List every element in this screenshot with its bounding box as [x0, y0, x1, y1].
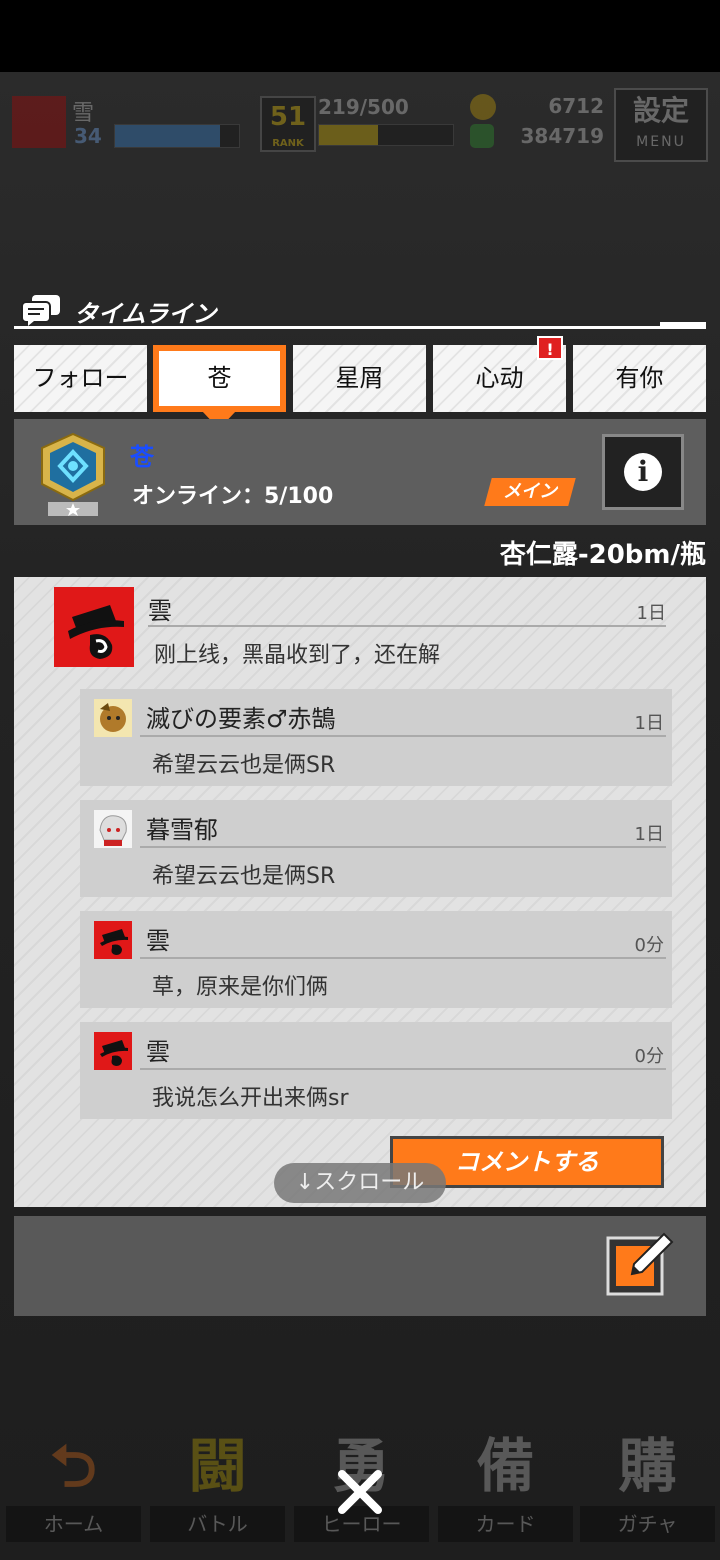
tab-youni[interactable]: 有你	[573, 345, 706, 412]
nav-battle-label: バトル	[150, 1506, 285, 1542]
settings-kanji: 設定	[632, 94, 689, 127]
reply-text: 希望云云也是俩SR	[152, 753, 336, 778]
pinned-text: 杏仁露-20bm/瓶	[499, 540, 706, 570]
nav-battle[interactable]: 闘 バトル	[146, 1420, 289, 1548]
settings-menu-button[interactable]: 設定 MENU	[614, 88, 708, 162]
group-emblem-icon	[41, 432, 105, 516]
nav-card[interactable]: 備 カード	[434, 1420, 577, 1548]
reply-divider	[140, 846, 666, 848]
nav-card-label: カード	[438, 1506, 573, 1542]
reply-divider	[140, 1068, 666, 1070]
reply-author: 雲	[146, 1038, 170, 1066]
coin-icon	[470, 94, 496, 120]
status-bar	[0, 0, 720, 72]
card-icon: 備	[476, 1432, 535, 1500]
reply-avatar-icon	[94, 699, 132, 737]
player-level: 34	[74, 124, 102, 148]
reply-text: 希望云云也是俩SR	[152, 864, 336, 889]
player-avatar	[12, 96, 66, 148]
reply-text: 草，原来是你们俩	[152, 975, 329, 1000]
player-header	[0, 72, 720, 172]
post-author: 雲	[148, 597, 172, 625]
reply-time: 1日	[634, 824, 664, 845]
stamina-bar-fill	[319, 125, 378, 145]
stamina-text: 219/500	[318, 95, 409, 119]
reply-item[interactable]: 滅びの要素♂赤鵠 1日 希望云云也是俩SR	[80, 689, 672, 786]
group-name: 苍	[130, 443, 154, 471]
title-divider	[14, 326, 706, 329]
info-button[interactable]: i	[602, 434, 684, 510]
reply-divider	[140, 735, 666, 737]
reply-author: 滅びの要素♂赤鵠	[146, 705, 336, 733]
reply-text: 我说怎么开出来俩sr	[152, 1086, 349, 1111]
main-tag: メイン	[503, 481, 557, 502]
reply-item[interactable]: 雲 0分 草，原来是你们俩	[80, 911, 672, 1008]
title-divider-accent	[660, 322, 706, 329]
reply-avatar-icon	[94, 1032, 132, 1070]
reply-divider	[140, 957, 666, 959]
info-icon: i	[624, 453, 662, 491]
alert-badge: !	[537, 336, 563, 360]
gem-icon	[470, 124, 494, 148]
gacha-icon: 購	[618, 1432, 677, 1500]
exp-bar-fill	[115, 125, 221, 147]
close-icon[interactable]	[336, 1468, 384, 1516]
reply-avatar-icon	[94, 921, 132, 959]
player-name: 雪	[72, 101, 95, 126]
coin-count: 6712	[548, 94, 604, 118]
nav-home-label: ホーム	[6, 1506, 141, 1542]
reply-author: 雲	[146, 927, 170, 955]
post-avatar-icon[interactable]	[54, 587, 134, 667]
reply-time: 0分	[634, 935, 664, 956]
chat-bubbles-icon	[21, 295, 60, 326]
online-count: オンライン：5/100	[132, 484, 334, 509]
timeline-feed[interactable]: 雲 1日 刚上线，黑晶收到了，还在解 滅びの要素♂赤鵠 1日 希望云云也是俩SR…	[14, 577, 706, 1207]
tab-ao[interactable]: 苍	[153, 345, 286, 412]
reply-time: 1日	[634, 713, 664, 734]
exp-bar	[114, 124, 240, 148]
scroll-hint[interactable]: ↓スクロール	[274, 1163, 446, 1203]
timeline-title: タイムライン	[74, 300, 217, 328]
reply-item[interactable]: 暮雪郁 1日 希望云云也是俩SR	[80, 800, 672, 897]
post-time: 1日	[636, 603, 666, 624]
rank-badge: 51 RANK	[260, 96, 316, 152]
compose-area	[14, 1216, 706, 1316]
home-icon: ⮌	[50, 1432, 97, 1500]
post-divider	[148, 625, 666, 627]
reply-item[interactable]: 雲 0分 我说怎么开出来俩sr	[80, 1022, 672, 1119]
menu-label: MENU	[636, 134, 686, 150]
nav-home[interactable]: ⮌ ホーム	[2, 1420, 145, 1548]
compose-icon[interactable]	[606, 1226, 678, 1298]
tab-follow[interactable]: フォロー	[14, 345, 147, 412]
rank-value: 51	[269, 102, 307, 132]
reply-avatar-icon	[94, 810, 132, 848]
stamina-bar	[318, 124, 454, 146]
nav-gacha[interactable]: 購 ガチャ	[576, 1420, 719, 1548]
rank-label: RANK	[272, 138, 304, 149]
battle-icon: 闘	[188, 1432, 247, 1500]
reply-author: 暮雪郁	[146, 816, 218, 844]
nav-gacha-label: ガチャ	[580, 1506, 715, 1542]
reply-time: 0分	[634, 1046, 664, 1067]
post-text: 刚上线，黑晶收到了，还在解	[154, 643, 441, 668]
gem-count: 384719	[520, 124, 605, 148]
tab-hoshikuzu[interactable]: 星屑	[293, 345, 426, 412]
